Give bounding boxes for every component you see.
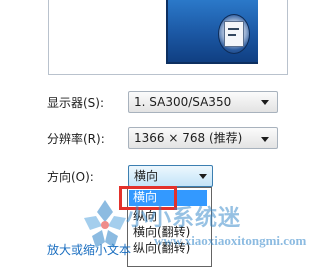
watermark-logo-icon	[84, 200, 126, 248]
watermark-url: www.xiaoxiaoxitongmi.com	[154, 233, 307, 248]
chevron-down-icon[interactable]	[199, 174, 207, 179]
chevron-down-icon[interactable]	[261, 100, 269, 105]
orientation-label: 方向(O):	[47, 170, 94, 184]
display-value: 1. SA300/SA350	[134, 95, 232, 109]
orientation-value: 横向	[134, 169, 159, 183]
watermark-text: 小小系统迷	[126, 206, 242, 231]
display-label: 显示器(S):	[47, 96, 105, 110]
monitor-screen-icon	[224, 21, 244, 47]
resolution-select[interactable]: 1366 × 768 (推荐)	[128, 127, 278, 149]
resolution-label: 分辨率(R):	[47, 132, 105, 146]
display-select[interactable]: 1. SA300/SA350	[128, 91, 278, 113]
chevron-down-icon[interactable]	[261, 137, 269, 142]
resolution-value: 1366 × 768 (推荐)	[134, 131, 243, 145]
